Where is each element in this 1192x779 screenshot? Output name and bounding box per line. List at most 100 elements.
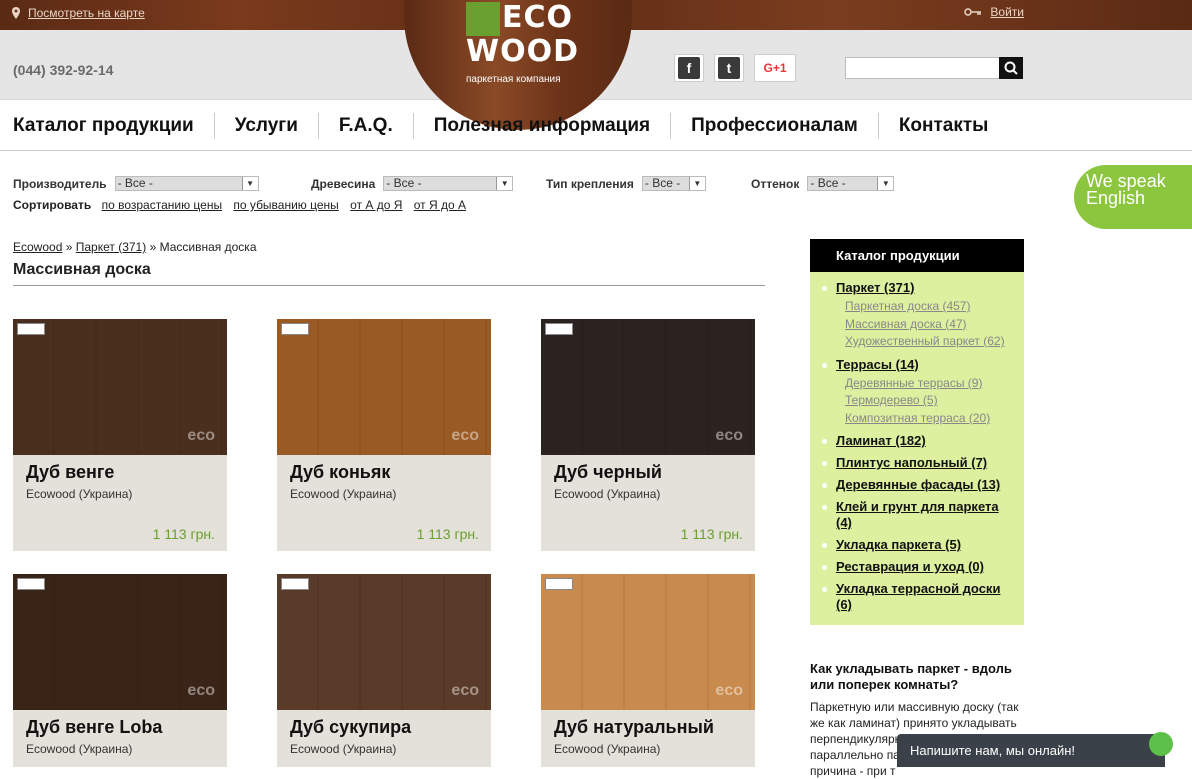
- search-input[interactable]: [846, 58, 996, 78]
- manufacturer-label: Производитель: [13, 176, 107, 191]
- breadcrumb-sep: »: [149, 240, 157, 254]
- divider: [13, 285, 765, 286]
- sidebar-item-restoration[interactable]: Реставрация и уход (0): [818, 559, 1016, 575]
- page-title: Массивная доска: [13, 261, 151, 278]
- phone-number: (044) 392-92-14: [13, 62, 114, 78]
- board-type-icon: [545, 578, 573, 590]
- product-card[interactable]: eco Дуб венге Loba Ecowood (Украина): [13, 574, 227, 767]
- sidebar-item-terrace-installation[interactable]: Укладка террасной доски (6): [818, 581, 1016, 613]
- product-card[interactable]: eco Дуб черный Ecowood (Украина) 1 113 г…: [541, 319, 755, 551]
- sidebar-subitem[interactable]: Деревянные террасы (9): [818, 375, 1016, 393]
- chevron-down-icon: ▼: [688, 177, 705, 190]
- map-link[interactable]: Посмотреть на карте: [12, 6, 145, 20]
- shade-select[interactable]: - Все - ▼: [807, 176, 895, 191]
- product-manufacturer: Ecowood (Украина): [290, 742, 397, 756]
- wood-value: - Все -: [386, 176, 422, 190]
- sidebar-item-parket[interactable]: Паркет (371): [818, 280, 1016, 296]
- shade-label: Оттенок: [751, 176, 800, 191]
- product-card[interactable]: eco Дуб венге Ecowood (Украина) 1 113 гр…: [13, 319, 227, 551]
- product-manufacturer: Ecowood (Украина): [26, 742, 133, 756]
- product-name[interactable]: Дуб сукупира: [290, 717, 411, 738]
- mount-label: Тип крепления: [546, 176, 634, 191]
- sort-row: Сортировать по возрастанию цены по убыва…: [13, 198, 474, 212]
- sidebar-item-terraces[interactable]: Террасы (14): [818, 357, 1016, 373]
- nav-catalog[interactable]: Каталог продукции: [0, 113, 214, 139]
- map-pin-icon: [12, 7, 20, 19]
- sort-az[interactable]: от А до Я: [350, 198, 402, 212]
- search-box: [845, 57, 1023, 79]
- sidebar-subitem[interactable]: Массивная доска (47): [818, 316, 1016, 334]
- product-price: 1 113 грн.: [416, 526, 479, 542]
- article-title[interactable]: Как укладывать паркет - вдоль или попере…: [810, 661, 1030, 693]
- logo-text-wood: wood: [466, 34, 579, 69]
- sidebar-subitem[interactable]: Термодерево (5): [818, 392, 1016, 410]
- sidebar-subitem[interactable]: Композитная терраса (20): [818, 410, 1016, 428]
- catalog-sidebar: Каталог продукции Паркет (371) Паркетная…: [810, 239, 1024, 625]
- product-name[interactable]: Дуб натуральный: [554, 717, 714, 738]
- search-button[interactable]: [999, 57, 1023, 79]
- header: (044) 392-92-14 eco wood паркетная компа…: [0, 0, 1192, 130]
- sidebar-item-laminate[interactable]: Ламинат (182): [818, 433, 1016, 449]
- nav-useful-info[interactable]: Полезная информация: [412, 112, 670, 139]
- sort-price-desc[interactable]: по убыванию цены: [233, 198, 338, 212]
- wood-select[interactable]: - Все - ▼: [383, 176, 514, 191]
- product-name[interactable]: Дуб черный: [554, 462, 662, 483]
- watermark-logo: eco: [451, 427, 479, 444]
- sidebar-item-installation[interactable]: Укладка паркета (5): [818, 537, 1016, 553]
- wood-label: Древесина: [311, 176, 376, 191]
- product-card[interactable]: eco Дуб натуральный Ecowood (Украина): [541, 574, 755, 767]
- facebook-button[interactable]: f: [674, 54, 704, 82]
- mount-select[interactable]: - Все - ▼: [641, 176, 706, 191]
- product-card[interactable]: eco Дуб сукупира Ecowood (Украина): [277, 574, 491, 767]
- board-type-icon: [281, 323, 309, 335]
- sidebar-subitem[interactable]: Художественный паркет (62): [818, 333, 1016, 351]
- main-nav: Каталог продукции Услуги F.A.Q. Полезная…: [0, 101, 1192, 151]
- leaf-icon: [466, 2, 500, 36]
- badge-line2: English: [1086, 188, 1146, 208]
- logo[interactable]: eco wood паркетная компания: [466, 0, 578, 85]
- watermark-logo: eco: [715, 427, 743, 444]
- sidebar-item-plinth[interactable]: Плинтус напольный (7): [818, 455, 1016, 471]
- product-name[interactable]: Дуб венге: [26, 462, 114, 483]
- product-name[interactable]: Дуб венге Loba: [26, 717, 162, 738]
- we-speak-english-badge[interactable]: We speak English: [1074, 165, 1192, 229]
- breadcrumb-current: Массивная доска: [159, 240, 257, 254]
- chat-widget[interactable]: Напишите нам, мы онлайн!: [897, 732, 1173, 767]
- breadcrumb-home[interactable]: Ecowood: [13, 240, 62, 254]
- sort-price-asc[interactable]: по возрастанию цены: [102, 198, 223, 212]
- product-name[interactable]: Дуб коньяк: [290, 462, 390, 483]
- login-label[interactable]: Войти: [990, 5, 1024, 19]
- sidebar-item-facades[interactable]: Деревянные фасады (13): [818, 477, 1016, 493]
- mount-value: - Все -: [644, 176, 681, 190]
- board-type-icon: [17, 323, 45, 335]
- nav-professionals[interactable]: Профессионалам: [670, 112, 878, 139]
- map-link-label[interactable]: Посмотреть на карте: [28, 6, 145, 20]
- google-plus-button[interactable]: G+1: [754, 54, 796, 82]
- logo-text-eco: eco: [502, 0, 574, 35]
- chevron-down-icon: ▼: [241, 177, 258, 190]
- sidebar-item-glue[interactable]: Клей и грунт для паркета (4): [818, 499, 1016, 531]
- chevron-down-icon: ▼: [877, 177, 894, 190]
- product-manufacturer: Ecowood (Украина): [26, 487, 133, 501]
- sort-za[interactable]: от Я до А: [414, 198, 466, 212]
- product-manufacturer: Ecowood (Украина): [554, 742, 661, 756]
- breadcrumb: Ecowood » Паркет (371) » Массивная доска: [13, 240, 257, 254]
- sidebar-subitem[interactable]: Паркетная доска (457): [818, 298, 1016, 316]
- watermark-logo: eco: [187, 427, 215, 444]
- breadcrumb-parent[interactable]: Паркет (371): [76, 240, 146, 254]
- facebook-icon: f: [678, 57, 700, 79]
- chat-label: Напишите нам, мы онлайн!: [910, 743, 1076, 758]
- shade-value: - Все -: [810, 176, 846, 190]
- login-link[interactable]: Войти: [964, 5, 1024, 19]
- nav-contacts[interactable]: Контакты: [877, 112, 1009, 139]
- logo-tagline: паркетная компания: [466, 74, 561, 85]
- sidebar-title: Каталог продукции: [810, 239, 1024, 272]
- watermark-logo: eco: [715, 682, 743, 699]
- nav-faq[interactable]: F.A.Q.: [317, 112, 413, 139]
- manufacturer-value: - Все -: [117, 176, 153, 190]
- twitter-button[interactable]: t: [714, 54, 744, 82]
- nav-services[interactable]: Услуги: [213, 112, 318, 139]
- product-manufacturer: Ecowood (Украина): [554, 487, 661, 501]
- product-card[interactable]: eco Дуб коньяк Ecowood (Украина) 1 113 г…: [277, 319, 491, 551]
- manufacturer-select[interactable]: - Все - ▼: [114, 176, 259, 191]
